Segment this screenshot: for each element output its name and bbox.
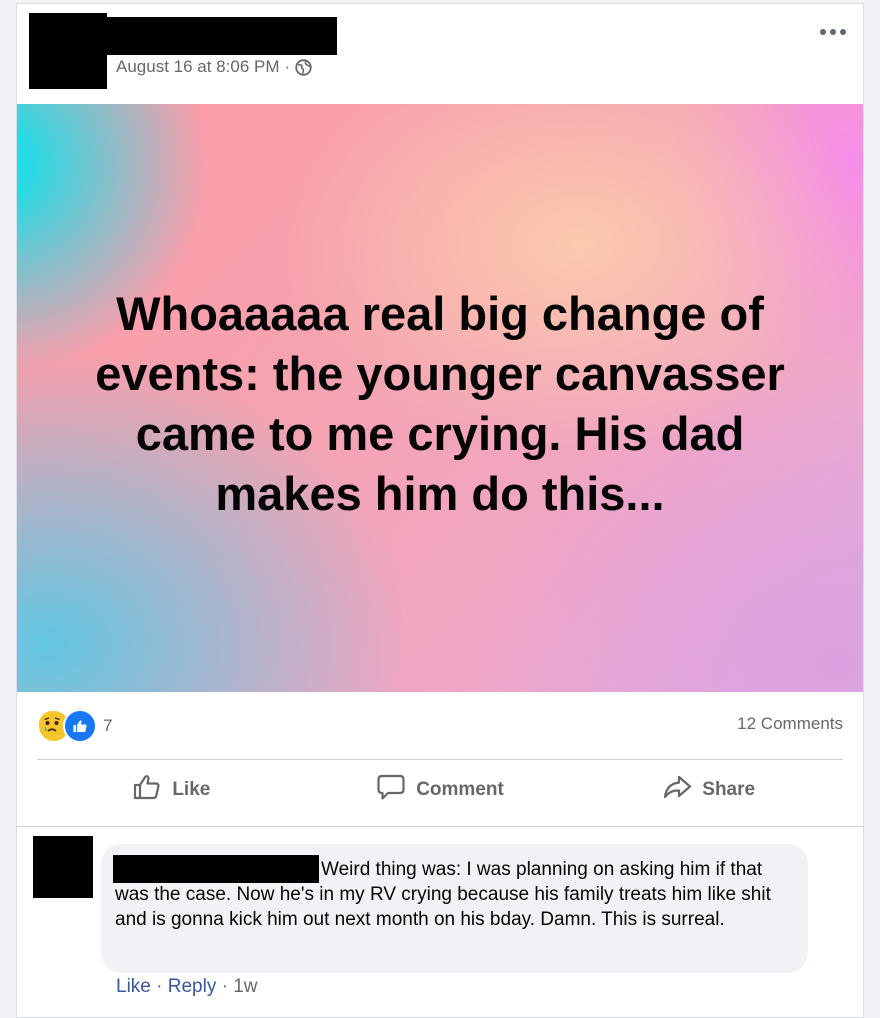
post-meta: August 16 at 8:06 PM · xyxy=(116,56,312,78)
comment-text-wrapper: Weird thing was: I was planning on askin… xyxy=(115,857,795,932)
divider xyxy=(17,826,863,827)
comments-count-link[interactable]: 12 Comments xyxy=(737,714,843,734)
globe-icon[interactable] xyxy=(295,58,312,76)
speech-bubble-icon xyxy=(376,773,406,807)
post-actions: Like Comment Share xyxy=(37,764,843,816)
comment-separator: · xyxy=(221,976,228,997)
divider xyxy=(37,759,843,760)
reaction-count: 7 xyxy=(103,716,113,735)
post-text: Whoaaaaa real big change of events: the … xyxy=(95,287,785,520)
like-button[interactable]: Like xyxy=(37,764,306,816)
comment-like-link[interactable]: Like xyxy=(116,976,151,997)
redacted-author-name xyxy=(107,17,337,55)
post-timestamp[interactable]: August 16 at 8:06 PM xyxy=(116,57,280,77)
share-label: Share xyxy=(702,779,756,800)
comment-button[interactable]: Comment xyxy=(306,764,575,816)
more-options-icon[interactable] xyxy=(815,20,851,44)
post-background: Whoaaaaa real big change of events: the … xyxy=(17,104,863,692)
comment-actions: Like · Reply · 1w xyxy=(116,976,258,998)
comment-age[interactable]: 1w xyxy=(233,976,257,997)
comment-separator: · xyxy=(156,976,163,997)
comment-bubble: Weird thing was: I was planning on askin… xyxy=(101,844,808,973)
redacted-commenter-avatar[interactable] xyxy=(33,836,93,898)
post-card: August 16 at 8:06 PM · Whoaaaaa real big… xyxy=(16,3,864,1018)
redacted-avatar xyxy=(29,13,107,89)
meta-separator: · xyxy=(284,57,291,76)
thumbs-up-icon xyxy=(132,773,162,807)
like-label: Like xyxy=(172,779,211,800)
share-arrow-icon xyxy=(662,773,692,807)
comment-label: Comment xyxy=(416,779,504,800)
comment-reply-link[interactable]: Reply xyxy=(168,976,217,997)
share-button[interactable]: Share xyxy=(574,764,843,816)
comment-text: Weird thing was: I was planning on askin… xyxy=(115,859,771,930)
like-reaction-icon xyxy=(63,709,97,743)
reactions-summary[interactable]: 7 xyxy=(37,708,112,744)
